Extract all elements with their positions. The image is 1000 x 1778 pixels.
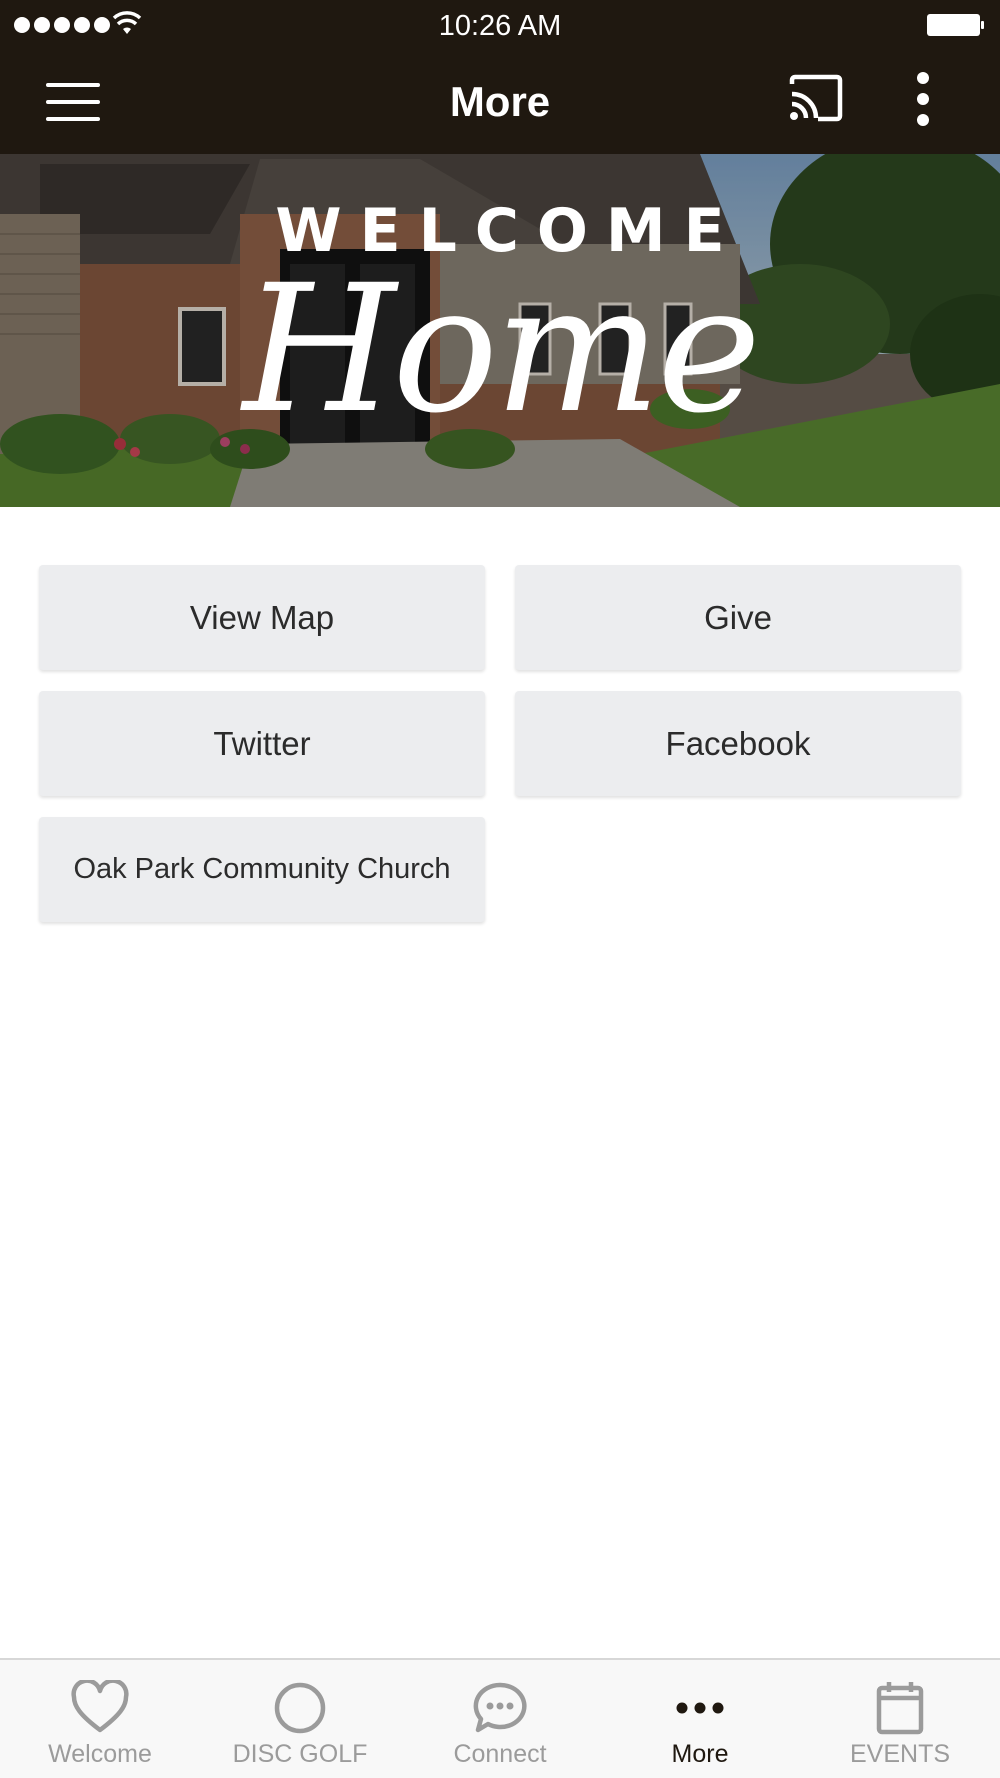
tab-welcome[interactable]: Welcome (0, 1660, 200, 1778)
facebook-button[interactable]: Facebook (515, 691, 961, 796)
give-button[interactable]: Give (515, 565, 961, 670)
tab-disc-golf[interactable]: DISC GOLF (200, 1660, 400, 1778)
twitter-button[interactable]: Twitter (39, 691, 485, 796)
app-bar: More (0, 50, 1000, 154)
tab-label: More (671, 1740, 729, 1768)
tab-label: DISC GOLF (232, 1740, 368, 1768)
calendar-icon (876, 1682, 924, 1735)
circle-icon (274, 1682, 326, 1734)
tab-label: Welcome (48, 1740, 152, 1768)
tab-more[interactable]: More (600, 1660, 800, 1778)
tab-connect[interactable]: Connect (400, 1660, 600, 1778)
oak-park-community-church-button[interactable]: Oak Park Community Church (39, 817, 485, 922)
banner-home-text: Home (242, 247, 762, 452)
more-vertical-icon[interactable] (906, 72, 942, 128)
battery-icon (927, 14, 984, 36)
bottom-tab-bar: Welcome DISC GOLF Connect More EVENTS (0, 1658, 1000, 1778)
tab-events[interactable]: EVENTS (800, 1660, 1000, 1778)
welcome-home-banner: WELCOME Home (0, 154, 1000, 507)
tab-label: Connect (453, 1740, 547, 1768)
cast-icon[interactable] (788, 74, 844, 122)
status-bar: 10:26 AM (0, 0, 1000, 50)
heart-icon (71, 1680, 129, 1733)
page-title: More (449, 78, 551, 125)
status-time: 10:26 AM (438, 10, 562, 42)
chat-bubble-icon (473, 1682, 527, 1733)
view-map-button[interactable]: View Map (39, 565, 485, 670)
tab-label: EVENTS (849, 1740, 951, 1768)
more-horizontal-icon (676, 1702, 724, 1714)
